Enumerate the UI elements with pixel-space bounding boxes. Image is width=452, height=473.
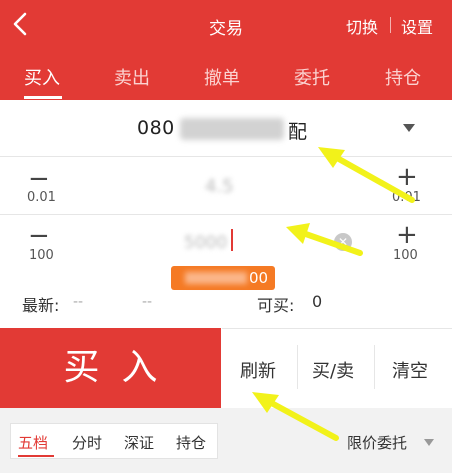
- settings-button[interactable]: 设置: [401, 14, 433, 38]
- tab-holdings[interactable]: 持仓: [176, 432, 206, 453]
- max-quantity-badge[interactable]: 00: [171, 266, 275, 290]
- price-input[interactable]: 4.5: [205, 176, 234, 197]
- header-divider: [390, 17, 391, 33]
- dropdown-caret-icon[interactable]: [403, 124, 415, 132]
- tab-buy[interactable]: 买入: [24, 64, 60, 90]
- buy-submit-button[interactable]: 买入: [0, 328, 221, 408]
- max-quantity-suffix: 00: [249, 269, 269, 287]
- latest-price-label: 最新:: [22, 296, 60, 315]
- tab-cancel[interactable]: 撤单: [204, 64, 240, 90]
- order-type-select[interactable]: 限价委托: [347, 432, 407, 453]
- can-buy-label: 可买:: [257, 296, 295, 315]
- quantity-decrease-step: 100: [29, 248, 54, 263]
- tab-sell[interactable]: 卖出: [114, 64, 150, 90]
- price-decrease-step: 0.01: [27, 190, 56, 205]
- action-divider: [374, 345, 375, 389]
- latest-price-value: --: [73, 294, 84, 310]
- price-increase-step: 0.01: [392, 190, 421, 205]
- text-cursor: [231, 229, 233, 251]
- clear-button[interactable]: 清空: [392, 357, 428, 383]
- chevron-down-icon[interactable]: [424, 439, 434, 446]
- quantity-increase-button[interactable]: +: [396, 222, 418, 248]
- tab-shenzhen-index[interactable]: 深证: [124, 432, 154, 453]
- stock-name-suffix: 配: [288, 121, 308, 143]
- latest-change-value: --: [142, 294, 153, 310]
- quantity-decrease-button[interactable]: −: [28, 223, 50, 249]
- price-increase-button[interactable]: +: [396, 164, 418, 190]
- tab-five-levels[interactable]: 五档: [18, 432, 48, 453]
- quantity-input[interactable]: 5000: [184, 233, 227, 253]
- quantity-increase-step: 100: [393, 248, 418, 263]
- tab-orders[interactable]: 委托: [294, 64, 330, 90]
- stock-code: 080: [137, 117, 175, 139]
- max-quantity-redacted: [185, 272, 247, 284]
- can-buy-value: 0: [312, 292, 323, 311]
- clear-icon[interactable]: ✕: [334, 233, 352, 251]
- price-decrease-button[interactable]: −: [28, 166, 50, 192]
- refresh-button[interactable]: 刷新: [240, 357, 276, 383]
- active-tab-indicator: [24, 96, 62, 99]
- active-bottom-tab-indicator: [18, 455, 54, 457]
- tab-positions[interactable]: 持仓: [385, 64, 421, 90]
- switch-button[interactable]: 切换: [346, 14, 378, 38]
- page-title: 交易: [209, 19, 243, 39]
- action-divider: [297, 345, 298, 389]
- stock-name-redacted: [180, 118, 284, 140]
- tab-intraday[interactable]: 分时: [72, 432, 102, 453]
- buy-sell-toggle-button[interactable]: 买/卖: [312, 357, 354, 383]
